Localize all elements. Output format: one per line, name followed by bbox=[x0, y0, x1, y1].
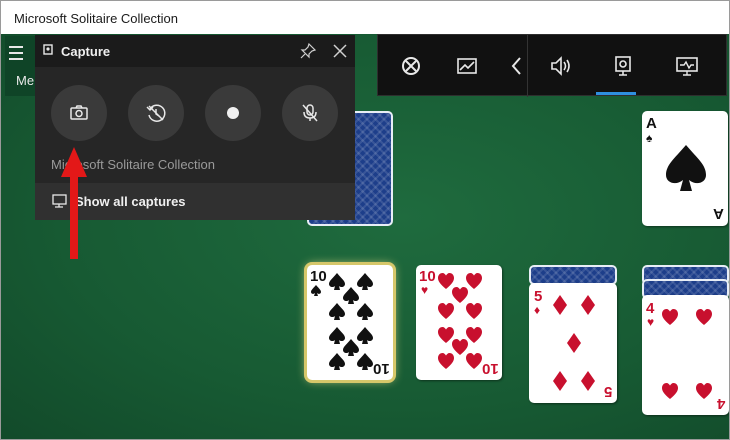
active-indicator bbox=[596, 92, 636, 95]
card-rank-bottom: 4 bbox=[716, 395, 725, 412]
card-suit: ♦ bbox=[534, 303, 541, 317]
record-last-button[interactable] bbox=[128, 85, 184, 141]
window-title: Microsoft Solitaire Collection bbox=[14, 11, 179, 26]
capture-widget-icon bbox=[43, 44, 53, 55]
spade-pips-icon bbox=[329, 273, 373, 370]
microphone-off-icon bbox=[302, 104, 318, 122]
card-rank-bottom: 5 bbox=[603, 383, 612, 400]
microphone-toggle-button[interactable] bbox=[282, 85, 338, 141]
app-window: Microsoft Solitaire Collection Me A ♠ A … bbox=[0, 0, 730, 440]
camera-icon bbox=[70, 105, 88, 120]
pin-icon[interactable] bbox=[299, 42, 317, 60]
spade-pip-icon bbox=[666, 145, 706, 191]
record-last-icon bbox=[146, 104, 166, 122]
record-button[interactable] bbox=[205, 85, 261, 141]
card-rank-bottom: A bbox=[713, 205, 724, 222]
screenshot-button[interactable] bbox=[51, 85, 107, 141]
spade-suit-icon bbox=[311, 285, 321, 296]
card-rank-bottom: 10 bbox=[482, 360, 499, 377]
resources-icon[interactable] bbox=[674, 53, 700, 79]
card-four-of-hearts[interactable]: 4 ♥ 4 bbox=[642, 295, 729, 415]
card-rank: A bbox=[646, 115, 657, 132]
heart-pips-icon bbox=[438, 273, 482, 369]
heart-pips-icon bbox=[662, 309, 712, 399]
card-ace-of-spades[interactable]: A ♠ A bbox=[642, 111, 728, 226]
capture-header: Capture bbox=[35, 35, 355, 67]
card-rank-bottom: 10 bbox=[373, 360, 390, 377]
card-rank: 4 bbox=[646, 300, 655, 317]
card-ten-of-hearts[interactable]: 10 ♥ 10 bbox=[416, 265, 502, 380]
close-icon[interactable] bbox=[331, 42, 349, 60]
capture-title: Capture bbox=[61, 44, 111, 59]
title-bar: Microsoft Solitaire Collection bbox=[1, 1, 729, 34]
card-suit: ♥ bbox=[647, 315, 655, 329]
show-all-captures-label: Show all captures bbox=[75, 194, 186, 209]
card-suit: ♥ bbox=[421, 283, 429, 297]
card-ten-of-spades[interactable]: 10 10 bbox=[307, 265, 393, 380]
game-bar-separator bbox=[527, 35, 528, 97]
menu-label: Me bbox=[16, 73, 35, 88]
xbox-icon[interactable] bbox=[398, 53, 424, 79]
performance-icon[interactable] bbox=[454, 53, 480, 79]
card-rank: 5 bbox=[534, 288, 543, 305]
annotation-arrow-icon bbox=[61, 147, 87, 259]
record-icon bbox=[227, 107, 239, 119]
card-suit: ♠ bbox=[646, 131, 653, 145]
hamburger-icon bbox=[9, 46, 23, 64]
capture-icon[interactable] bbox=[610, 53, 636, 79]
diamond-pips-icon bbox=[553, 295, 595, 391]
audio-icon[interactable] bbox=[548, 53, 574, 79]
face-down-card bbox=[529, 265, 617, 285]
game-bar bbox=[377, 34, 727, 97]
card-five-of-diamonds[interactable]: 5 ♦ 5 bbox=[529, 283, 617, 403]
